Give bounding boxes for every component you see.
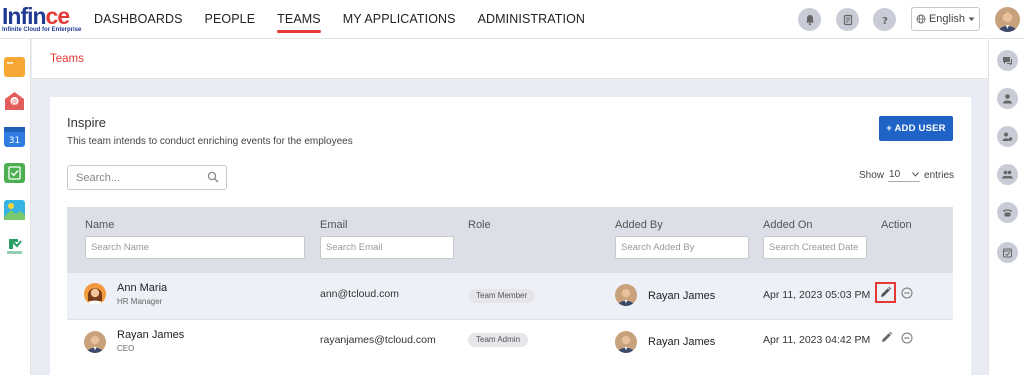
column-header-added-by[interactable]: Added By: [615, 219, 663, 231]
column-header-action: Action: [881, 219, 912, 231]
added-on-date: Apr 11, 2023 04:42 PM: [763, 334, 871, 346]
remove-member-icon[interactable]: [899, 285, 914, 300]
table-row: Rayan James CEO rayanjames@tcloud.com Te…: [67, 320, 953, 366]
search-icon[interactable]: [207, 171, 219, 183]
member-email: ann@tcloud.com: [320, 288, 399, 300]
folder-app-icon[interactable]: [4, 57, 25, 77]
chat-icon[interactable]: [997, 50, 1018, 71]
column-header-name[interactable]: Name: [85, 219, 114, 231]
calendar-app-icon[interactable]: 31: [4, 127, 25, 147]
main-nav: DASHBOARDS PEOPLE TEAMS MY APPLICATIONS …: [94, 0, 607, 39]
breadcrumb: Teams: [32, 39, 988, 79]
svg-text:?: ?: [882, 16, 888, 26]
tasks-app-icon[interactable]: [4, 163, 25, 183]
avatar: [84, 283, 106, 305]
role-badge: Team Admin: [468, 333, 529, 347]
avatar: [84, 331, 106, 353]
globe-icon: [916, 14, 926, 24]
show-label: Show: [859, 169, 885, 181]
language-select[interactable]: English: [911, 7, 980, 31]
entries-select[interactable]: 10: [888, 168, 921, 182]
team-description: This team intends to conduct enriching e…: [67, 136, 353, 147]
svg-text:31: 31: [9, 136, 20, 146]
column-header-added-on[interactable]: Added On: [763, 219, 813, 231]
infince-logo[interactable]: Infince Infinite Cloud for Enterprise: [2, 5, 82, 35]
member-name: Rayan James: [117, 329, 185, 341]
member-email: rayanjames@tcloud.com: [320, 334, 436, 346]
edit-icon[interactable]: [875, 282, 896, 303]
logo-subtitle: Infinite Cloud for Enterprise: [2, 27, 82, 33]
filter-added-on: [763, 236, 867, 259]
calendar-check-icon[interactable]: [997, 242, 1018, 263]
nav-my-applications[interactable]: MY APPLICATIONS: [343, 0, 456, 39]
phone-icon[interactable]: [997, 202, 1018, 223]
table-row: Ann Maria HR Manager ann@tcloud.com Team…: [67, 273, 953, 319]
avatar: [615, 331, 637, 353]
added-by-name: Rayan James: [648, 290, 716, 302]
chevron-down-icon: [912, 172, 919, 177]
show-entries: Show 10 entries: [859, 168, 954, 182]
app-launcher-bar: @ 31: [0, 39, 31, 375]
search-box: [67, 165, 227, 190]
column-header-email[interactable]: Email: [320, 219, 348, 231]
mail-app-icon[interactable]: @: [4, 91, 25, 111]
filter-added-by-input[interactable]: [616, 237, 748, 258]
epoll-app-icon[interactable]: [4, 236, 25, 256]
avatar: [615, 284, 637, 306]
member-name: Ann Maria: [117, 282, 168, 294]
edit-icon[interactable]: [879, 330, 894, 345]
language-label: English: [928, 13, 966, 25]
filter-added-by: [615, 236, 749, 259]
add-user-button[interactable]: + ADD USER: [879, 116, 953, 141]
team-detail-card: Inspire This team intends to conduct enr…: [50, 97, 971, 375]
filter-email-input[interactable]: [321, 237, 453, 258]
task-report-icon[interactable]: [836, 8, 859, 31]
remove-member-icon[interactable]: [899, 330, 914, 345]
added-by-name: Rayan James: [648, 336, 716, 348]
filter-added-on-input[interactable]: [764, 237, 866, 258]
user-settings-icon[interactable]: [997, 126, 1018, 147]
nav-administration[interactable]: ADMINISTRATION: [478, 0, 585, 39]
added-on-date: Apr 11, 2023 05:03 PM: [763, 289, 871, 301]
team-name: Inspire: [67, 115, 107, 130]
entries-value: 10: [889, 169, 901, 180]
breadcrumb-teams[interactable]: Teams: [50, 53, 84, 65]
svg-text:@: @: [12, 99, 18, 106]
column-header-role[interactable]: Role: [468, 219, 491, 231]
top-navbar: Infince Infinite Cloud for Enterprise DA…: [0, 0, 1024, 39]
profile-icon[interactable]: [997, 88, 1018, 109]
member-title: CEO: [117, 344, 135, 353]
filter-name: [85, 236, 305, 259]
help-icon[interactable]: ?: [873, 8, 896, 31]
role-badge: Team Member: [468, 289, 536, 303]
caret-down-icon: [968, 17, 975, 21]
gallery-app-icon[interactable]: [4, 200, 25, 220]
filter-name-input[interactable]: [86, 237, 304, 258]
user-avatar[interactable]: [995, 7, 1020, 32]
bell-icon[interactable]: [798, 8, 821, 31]
nav-teams[interactable]: TEAMS: [277, 0, 321, 39]
member-title: HR Manager: [117, 297, 163, 306]
filter-email: [320, 236, 454, 259]
table-header: Name Email Role Added By Added On Action: [67, 207, 953, 273]
right-tool-bar: [988, 39, 1024, 375]
search-input[interactable]: [68, 166, 202, 189]
nav-people[interactable]: PEOPLE: [205, 0, 256, 39]
group-icon[interactable]: [997, 164, 1018, 185]
nav-dashboards[interactable]: DASHBOARDS: [94, 0, 183, 39]
entries-label: entries: [924, 169, 955, 181]
